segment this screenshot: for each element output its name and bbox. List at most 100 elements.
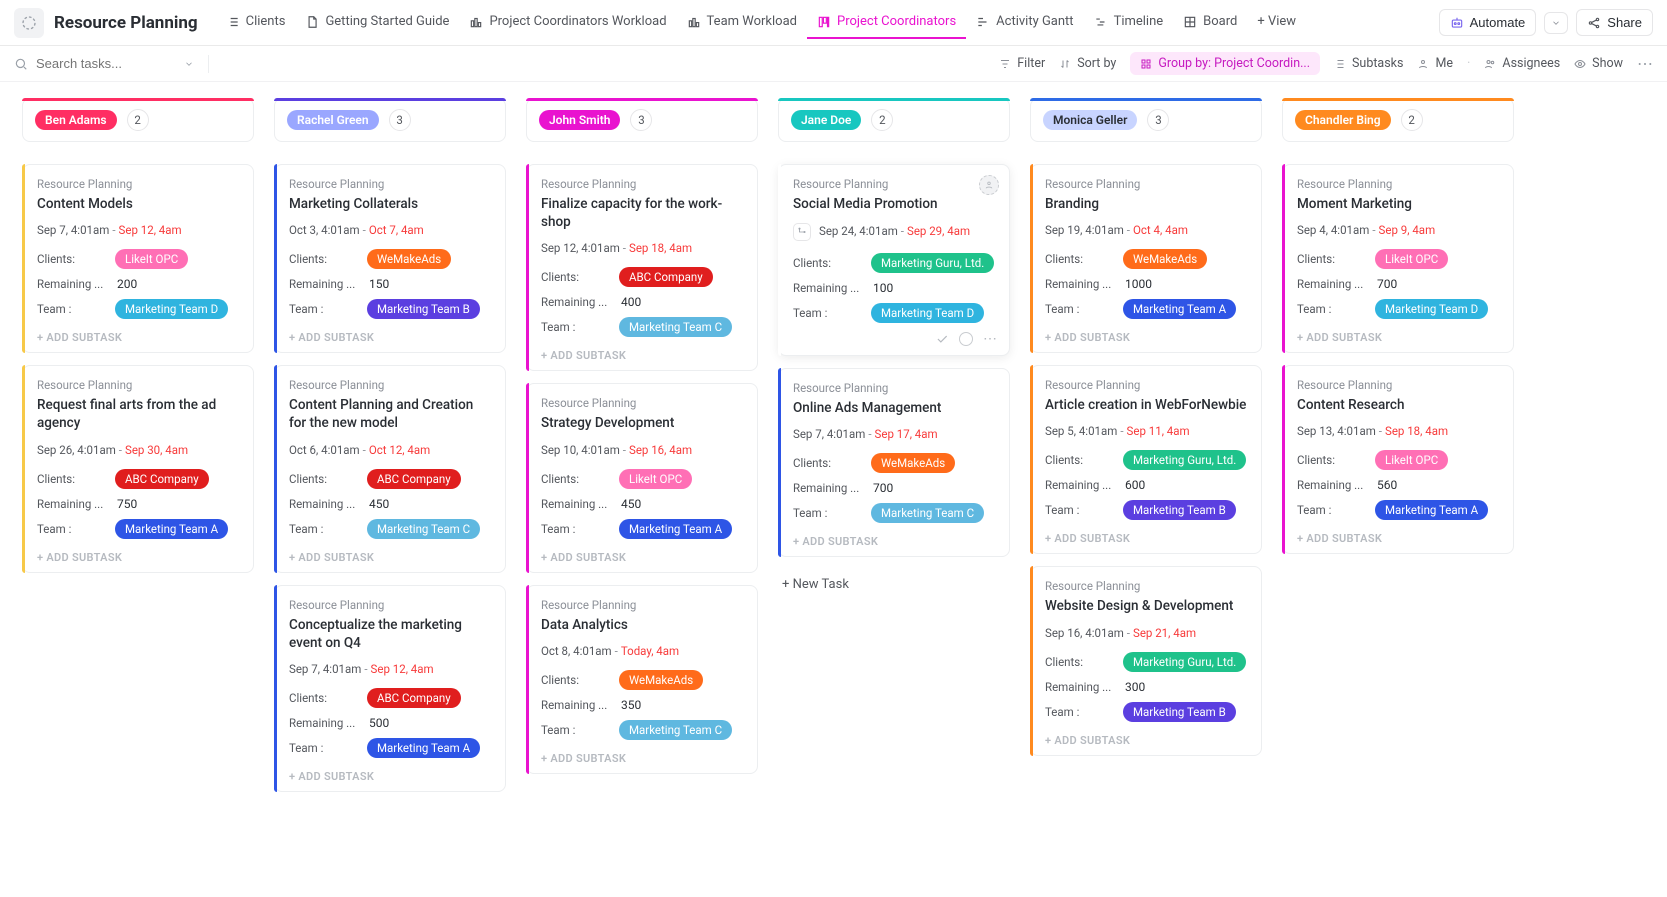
team-tag[interactable]: Marketing Team C [619,720,732,740]
add-subtask-button[interactable]: + ADD SUBTASK [1045,528,1249,545]
task-card[interactable]: Resource PlanningSocial Media PromotionS… [778,164,1010,356]
coordinator-chip[interactable]: Chandler Bing [1295,110,1391,130]
tab--view[interactable]: + View [1247,6,1306,39]
tab-getting-started-guide[interactable]: Getting Started Guide [295,6,459,39]
client-tag[interactable]: ABC Company [115,469,209,489]
team-tag[interactable]: Marketing Team C [871,503,984,523]
subtask-icon[interactable] [793,223,811,241]
team-tag[interactable]: Marketing Team B [1123,702,1236,722]
coordinator-chip[interactable]: John Smith [539,110,620,130]
share-button[interactable]: Share [1576,9,1653,36]
column-header[interactable]: Ben Adams2 [22,98,254,142]
sort-button[interactable]: Sort by [1059,56,1116,71]
show-button[interactable]: Show [1574,56,1623,71]
team-tag[interactable]: Marketing Team A [1123,299,1236,319]
team-tag[interactable]: Marketing Team A [1375,500,1488,520]
add-subtask-button[interactable]: + ADD SUBTASK [1045,730,1249,747]
add-subtask-button[interactable]: + ADD SUBTASK [1045,327,1249,344]
column-header[interactable]: John Smith3 [526,98,758,142]
team-tag[interactable]: Marketing Team D [1375,299,1488,319]
task-card[interactable]: Resource PlanningContent Planning and Cr… [274,365,506,572]
complete-icon[interactable] [935,332,949,346]
client-tag[interactable]: Marketing Guru, Ltd. [1123,652,1246,672]
client-tag[interactable]: ABC Company [367,469,461,489]
task-card[interactable]: Resource PlanningArticle creation in Web… [1030,365,1262,554]
task-card[interactable]: Resource PlanningConceptualize the marke… [274,585,506,792]
me-button[interactable]: Me [1417,56,1453,71]
client-tag[interactable]: LikeIt OPC [619,469,692,489]
tab-project-coordinators-workload[interactable]: Project Coordinators Workload [459,6,676,39]
team-tag[interactable]: Marketing Team C [619,317,732,337]
column-header[interactable]: Jane Doe2 [778,98,1010,142]
team-tag[interactable]: Marketing Team B [367,299,480,319]
team-tag[interactable]: Marketing Team D [871,303,984,323]
chevron-down-icon[interactable] [184,59,194,69]
coordinator-chip[interactable]: Jane Doe [791,110,861,130]
task-card[interactable]: Resource PlanningOnline Ads ManagementSe… [778,368,1010,557]
team-tag[interactable]: Marketing Team C [367,519,480,539]
search-input[interactable] [36,56,176,71]
client-tag[interactable]: WeMakeAds [619,670,703,690]
new-task-button[interactable]: + New Task [778,569,1010,600]
coordinator-chip[interactable]: Ben Adams [35,110,117,130]
add-subtask-button[interactable]: + ADD SUBTASK [289,766,493,783]
team-tag[interactable]: Marketing Team D [115,299,228,319]
task-card[interactable]: Resource PlanningBrandingSep 19, 4:01am-… [1030,164,1262,353]
tab-project-coordinators[interactable]: Project Coordinators [807,6,966,39]
add-subtask-button[interactable]: + ADD SUBTASK [37,547,241,564]
team-tag[interactable]: Marketing Team B [1123,500,1236,520]
client-tag[interactable]: WeMakeAds [1123,249,1207,269]
tab-timeline[interactable]: Timeline [1084,6,1174,39]
task-card[interactable]: Resource PlanningMarketing CollateralsOc… [274,164,506,353]
filter-button[interactable]: Filter [999,56,1045,71]
add-subtask-button[interactable]: + ADD SUBTASK [541,547,745,564]
add-subtask-button[interactable]: + ADD SUBTASK [289,547,493,564]
client-tag[interactable]: WeMakeAds [367,249,451,269]
client-tag[interactable]: Marketing Guru, Ltd. [871,253,994,273]
client-tag[interactable]: LikeIt OPC [1375,249,1448,269]
client-tag[interactable]: ABC Company [619,267,713,287]
coordinator-chip[interactable]: Rachel Green [287,110,379,130]
add-subtask-button[interactable]: + ADD SUBTASK [793,531,997,548]
task-card[interactable]: Resource PlanningStrategy DevelopmentSep… [526,383,758,572]
more-menu[interactable]: ⋯ [1637,54,1653,73]
assignee-placeholder-icon[interactable] [979,175,999,195]
status-circle-icon[interactable] [959,332,973,346]
tab-activity-gantt[interactable]: Activity Gantt [966,6,1083,39]
task-card[interactable]: Resource PlanningRequest final arts from… [22,365,254,572]
task-card[interactable]: Resource PlanningData AnalyticsOct 8, 4:… [526,585,758,774]
client-tag[interactable]: LikeIt OPC [1375,450,1448,470]
team-tag[interactable]: Marketing Team A [367,738,480,758]
card-more-icon[interactable]: ⋯ [983,331,997,347]
add-subtask-button[interactable]: + ADD SUBTASK [289,327,493,344]
group-by-chip[interactable]: Group by: Project Coordin... [1130,52,1320,75]
team-tag[interactable]: Marketing Team A [619,519,732,539]
task-card[interactable]: Resource PlanningContent ResearchSep 13,… [1282,365,1514,554]
automate-dropdown[interactable] [1544,12,1568,34]
column-header[interactable]: Monica Geller3 [1030,98,1262,142]
add-subtask-button[interactable]: + ADD SUBTASK [541,345,745,362]
task-card[interactable]: Resource PlanningWebsite Design & Develo… [1030,566,1262,755]
client-tag[interactable]: ABC Company [367,688,461,708]
client-tag[interactable]: Marketing Guru, Ltd. [1123,450,1246,470]
add-subtask-button[interactable]: + ADD SUBTASK [1297,528,1501,545]
automate-button[interactable]: Automate [1439,9,1537,36]
tab-clients[interactable]: Clients [216,6,296,39]
team-tag[interactable]: Marketing Team A [115,519,228,539]
column-header[interactable]: Chandler Bing2 [1282,98,1514,142]
client-tag[interactable]: LikeIt OPC [115,249,188,269]
add-subtask-button[interactable]: + ADD SUBTASK [1297,327,1501,344]
tab-team-workload[interactable]: Team Workload [677,6,807,39]
add-subtask-button[interactable]: + ADD SUBTASK [541,748,745,765]
workspace-icon[interactable] [14,8,44,38]
tab-board[interactable]: Board [1173,6,1247,39]
task-card[interactable]: Resource PlanningMoment MarketingSep 4, … [1282,164,1514,353]
column-header[interactable]: Rachel Green3 [274,98,506,142]
add-subtask-button[interactable]: + ADD SUBTASK [37,327,241,344]
assignees-button[interactable]: Assignees [1484,56,1560,71]
subtasks-button[interactable]: Subtasks [1334,56,1403,71]
client-tag[interactable]: WeMakeAds [871,453,955,473]
task-card[interactable]: Resource PlanningContent ModelsSep 7, 4:… [22,164,254,353]
coordinator-chip[interactable]: Monica Geller [1043,110,1137,130]
task-card[interactable]: Resource PlanningFinalize capacity for t… [526,164,758,371]
